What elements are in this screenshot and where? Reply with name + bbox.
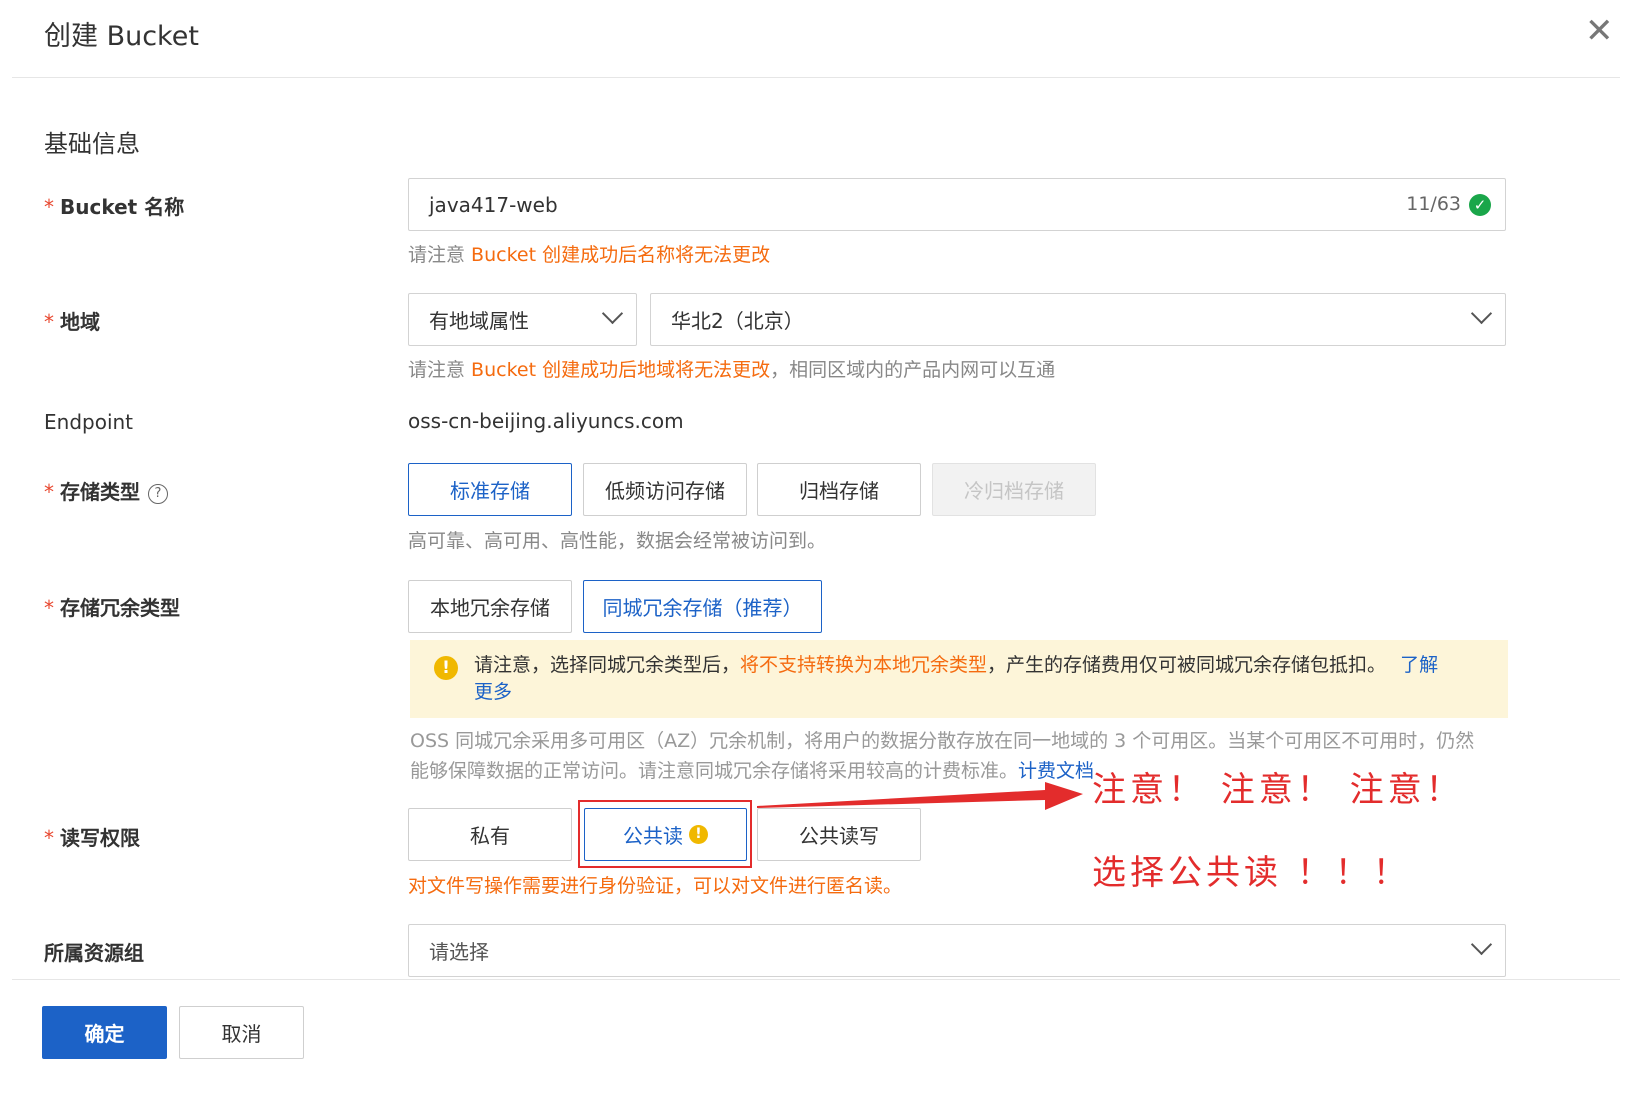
region-type-value: 有地域属性 (429, 309, 529, 333)
resource-group-placeholder: 请选择 (429, 940, 489, 964)
bucket-name-label: * Bucket 名称 (44, 191, 184, 220)
redundancy-label-text: 存储冗余类型 (60, 596, 180, 620)
endpoint-label: Endpoint (44, 410, 134, 434)
storage-cold-archive-button: 冷归档存储 (932, 463, 1096, 516)
storage-class-label-text: 存储类型 (60, 480, 140, 504)
region-hint: 请注意 Bucket 创建成功后地域将无法更改，相同区域内的产品内网可以互通 (408, 355, 1055, 382)
warning-icon: ! (434, 656, 458, 680)
resource-group-select[interactable]: 请选择 (408, 924, 1506, 977)
required-mark: * (44, 195, 54, 219)
required-mark: * (44, 480, 54, 504)
annotation-line-1: 注意！ 注意！ 注意！ (1092, 770, 1464, 810)
chevron-down-icon (601, 302, 624, 325)
cancel-button[interactable]: 取消 (179, 1006, 304, 1059)
required-mark: * (44, 310, 54, 334)
learn-more-link-part2: 更多 (474, 681, 513, 703)
chevron-down-icon (1470, 302, 1493, 325)
hint-warning: Bucket 创建成功后名称将无法更改 (471, 244, 771, 266)
storage-archive-button[interactable]: 归档存储 (757, 463, 921, 516)
close-icon[interactable]: ✕ (1585, 14, 1614, 48)
resource-group-label: 所属资源组 (44, 941, 144, 965)
header-divider (12, 77, 1620, 78)
annotation-highlight-box (578, 800, 752, 868)
bucket-name-hint: 请注意 Bucket 创建成功后名称将无法更改 (408, 240, 770, 267)
alert-suffix: ，产生的存储费用仅可被同城冗余存储包抵扣。 (987, 654, 1387, 676)
region-type-select[interactable]: 有地域属性 (408, 293, 637, 346)
required-mark: * (44, 826, 54, 850)
redundancy-alert: ! 请注意，选择同城冗余类型后，将不支持转换为本地冗余类型，产生的存储费用仅可被… (410, 640, 1508, 718)
region-label-text: 地域 (60, 310, 100, 334)
annotation-arrow (757, 782, 1083, 810)
endpoint-value: oss-cn-beijing.aliyuncs.com (408, 409, 684, 433)
hint-prefix: 请注意 (408, 244, 472, 266)
annotation-line-2: 选择公共读 ！！！ (1092, 853, 1411, 893)
acl-hint: 对文件写操作需要进行身份验证，可以对文件进行匿名读。 (408, 875, 903, 897)
confirm-button[interactable]: 确定 (42, 1006, 167, 1059)
region-label: * 地域 (44, 306, 100, 335)
required-mark: * (44, 596, 54, 620)
storage-standard-button[interactable]: 标准存储 (408, 463, 572, 516)
acl-label-text: 读写权限 (60, 826, 140, 850)
learn-more-link-part1: 了解 (1400, 654, 1439, 676)
desc-line-1: OSS 同城冗余采用多可用区（AZ）冗余机制，将用户的数据分散存放在同一地域的 … (410, 730, 1475, 752)
redundancy-lrs-button[interactable]: 本地冗余存储 (408, 580, 572, 633)
storage-class-hint: 高可靠、高可用、高性能，数据会经常被访问到。 (408, 530, 827, 552)
chevron-down-icon (1470, 933, 1493, 956)
help-icon[interactable]: ? (148, 484, 168, 504)
hint-suffix: ，相同区域内的产品内网可以互通 (770, 359, 1056, 381)
bucket-name-input[interactable]: java417-web 11/63 ✓ (408, 178, 1506, 231)
dialog-title: 创建 Bucket (44, 21, 199, 52)
bucket-name-value: java417-web (429, 192, 558, 217)
region-value: 华北2（北京） (671, 309, 804, 333)
section-title: 基础信息 (44, 130, 140, 158)
bucket-name-label-text: Bucket 名称 (60, 195, 185, 219)
alert-warning: 将不支持转换为本地冗余类型 (740, 654, 988, 676)
redundancy-zrs-button[interactable]: 同城冗余存储（推荐） (583, 580, 822, 633)
bucket-name-counter: 11/63 (1406, 193, 1461, 215)
acl-label: * 读写权限 (44, 822, 140, 851)
redundancy-label: * 存储冗余类型 (44, 592, 180, 621)
acl-private-button[interactable]: 私有 (408, 808, 572, 861)
check-circle-icon: ✓ (1469, 194, 1491, 216)
storage-ia-button[interactable]: 低频访问存储 (583, 463, 747, 516)
storage-class-label: * 存储类型? (44, 476, 168, 505)
hint-warning: Bucket 创建成功后地域将无法更改 (471, 359, 771, 381)
alert-prefix: 请注意，选择同城冗余类型后， (474, 654, 741, 676)
footer-divider (12, 979, 1620, 980)
region-select[interactable]: 华北2（北京） (650, 293, 1506, 346)
arrow-shape (757, 782, 1083, 810)
hint-prefix: 请注意 (408, 359, 472, 381)
